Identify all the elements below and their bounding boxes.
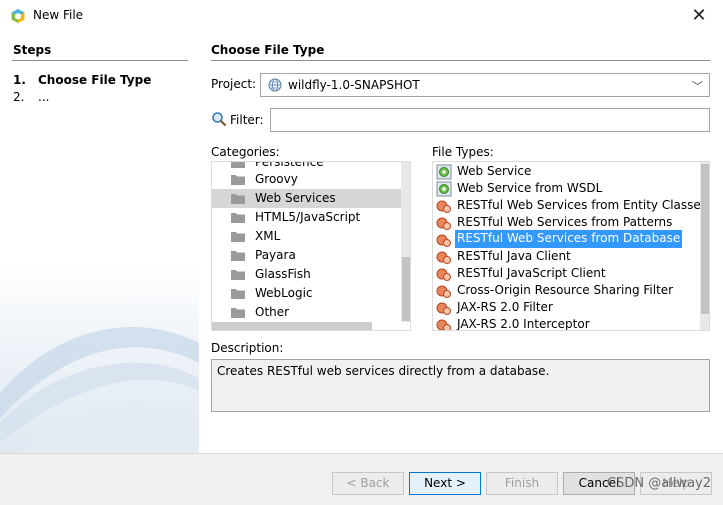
- rest-icon: [436, 302, 451, 315]
- file-type-label: RESTful Web Services from Database: [455, 230, 683, 248]
- file-type-item[interactable]: JAX-RS 2.0 Interceptor: [433, 315, 709, 331]
- category-item[interactable]: WebLogic: [212, 284, 410, 303]
- category-item[interactable]: HTML5/JavaScript: [212, 208, 410, 227]
- categories-horizontal-scrollbar[interactable]: [212, 322, 372, 330]
- decorative-swoosh: [0, 327, 199, 453]
- folder-icon: [231, 162, 245, 168]
- file-types-vertical-scrollbar[interactable]: [700, 162, 709, 330]
- web-service-icon: [436, 164, 452, 180]
- rest-icon: [436, 200, 451, 213]
- category-label: Groovy: [255, 172, 298, 186]
- panel-divider: [211, 60, 710, 61]
- netbeans-app-icon: [11, 9, 25, 23]
- folder-icon: [231, 175, 245, 185]
- category-label: HTML5/JavaScript: [255, 210, 361, 224]
- folder-icon: [231, 289, 245, 299]
- step-label: ...: [38, 90, 50, 104]
- rest-icon: [436, 268, 451, 281]
- button-bar: < Back Next > Finish Cancel Help CSDN @a…: [0, 453, 723, 505]
- category-label: Persistence: [255, 161, 324, 169]
- next-button[interactable]: Next >: [409, 472, 481, 495]
- folder-icon: [231, 213, 245, 223]
- step-number: 2.: [13, 90, 25, 104]
- category-item[interactable]: XML: [212, 227, 410, 246]
- categories-list[interactable]: Persistence Groovy Web Services HTML5/Ja…: [211, 161, 411, 331]
- rest-icon: [436, 319, 451, 330]
- category-label: Web Services: [255, 191, 336, 205]
- steps-heading: Steps: [13, 43, 52, 57]
- window-title: New File: [33, 8, 84, 22]
- category-label: Payara: [255, 248, 296, 262]
- back-button[interactable]: < Back: [332, 472, 404, 495]
- watermark: CSDN @allway2: [607, 476, 711, 491]
- panel-title: Choose File Type: [211, 43, 325, 57]
- file-type-label: JAX-RS 2.0 Filter: [457, 300, 553, 314]
- file-type-label: RESTful Web Services from Entity Classes: [457, 198, 708, 212]
- project-value: wildfly-1.0-SNAPSHOT: [288, 78, 420, 92]
- file-type-label: RESTful Web Services from Patterns: [457, 215, 673, 229]
- category-label: Other: [255, 305, 290, 319]
- web-service-icon: [436, 181, 452, 197]
- globe-icon: [268, 78, 282, 92]
- rest-icon: [436, 251, 451, 264]
- rest-icon: [436, 234, 451, 247]
- filter-label: Filter:: [230, 113, 264, 127]
- project-label: Project:: [211, 77, 257, 91]
- title-bar: New File ✕: [0, 0, 723, 33]
- category-item[interactable]: GlassFish: [212, 265, 410, 284]
- chevron-down-icon[interactable]: ﹀: [692, 78, 703, 94]
- scrollbar-thumb[interactable]: [402, 257, 410, 321]
- close-button[interactable]: ✕: [689, 5, 709, 26]
- description-box: Creates RESTful web services directly fr…: [211, 359, 710, 412]
- categories-label: Categories:: [211, 145, 280, 159]
- main-panel: Choose File Type Project: wildfly-1.0-SN…: [199, 33, 723, 453]
- file-types-label: File Types:: [432, 145, 494, 159]
- finish-button[interactable]: Finish: [486, 472, 558, 495]
- description-label: Description:: [211, 341, 284, 355]
- folder-icon: [231, 194, 245, 204]
- step-1: 1. Choose File Type: [13, 73, 151, 87]
- categories-vertical-scrollbar[interactable]: [401, 162, 410, 322]
- rest-icon: [436, 217, 451, 230]
- step-number: 1.: [13, 73, 26, 87]
- category-item[interactable]: Groovy: [212, 170, 410, 189]
- category-item-selected[interactable]: Web Services: [212, 189, 410, 208]
- step-label: Choose File Type: [38, 73, 152, 87]
- folder-icon: [231, 232, 245, 242]
- file-type-label: Web Service from WSDL: [457, 181, 603, 195]
- category-label: GlassFish: [255, 267, 311, 281]
- category-item[interactable]: Payara: [212, 246, 410, 265]
- search-icon: [212, 112, 227, 127]
- category-item[interactable]: Other: [212, 303, 410, 322]
- file-type-label: Web Service: [457, 164, 532, 178]
- category-label: WebLogic: [255, 286, 313, 300]
- folder-icon: [231, 308, 245, 318]
- file-type-label: Cross-Origin Resource Sharing Filter: [457, 283, 674, 297]
- file-type-label: JAX-RS 2.0 Interceptor: [457, 317, 590, 331]
- scrollbar-thumb[interactable]: [701, 164, 709, 314]
- category-label: XML: [255, 229, 281, 243]
- file-types-list[interactable]: Web Service Web Service from WSDL RESTfu…: [432, 161, 710, 331]
- folder-icon: [231, 270, 245, 280]
- description-text: Creates RESTful web services directly fr…: [217, 364, 550, 378]
- file-type-label: RESTful Java Client: [457, 249, 571, 263]
- filter-input[interactable]: [270, 108, 710, 132]
- file-type-label: RESTful JavaScript Client: [457, 266, 606, 280]
- rest-icon: [436, 285, 451, 298]
- steps-divider: [12, 60, 188, 61]
- project-combobox[interactable]: wildfly-1.0-SNAPSHOT ﹀: [260, 73, 710, 97]
- step-2: 2....: [13, 90, 49, 104]
- folder-icon: [231, 251, 245, 261]
- steps-panel: Steps 1. Choose File Type 2....: [0, 33, 199, 453]
